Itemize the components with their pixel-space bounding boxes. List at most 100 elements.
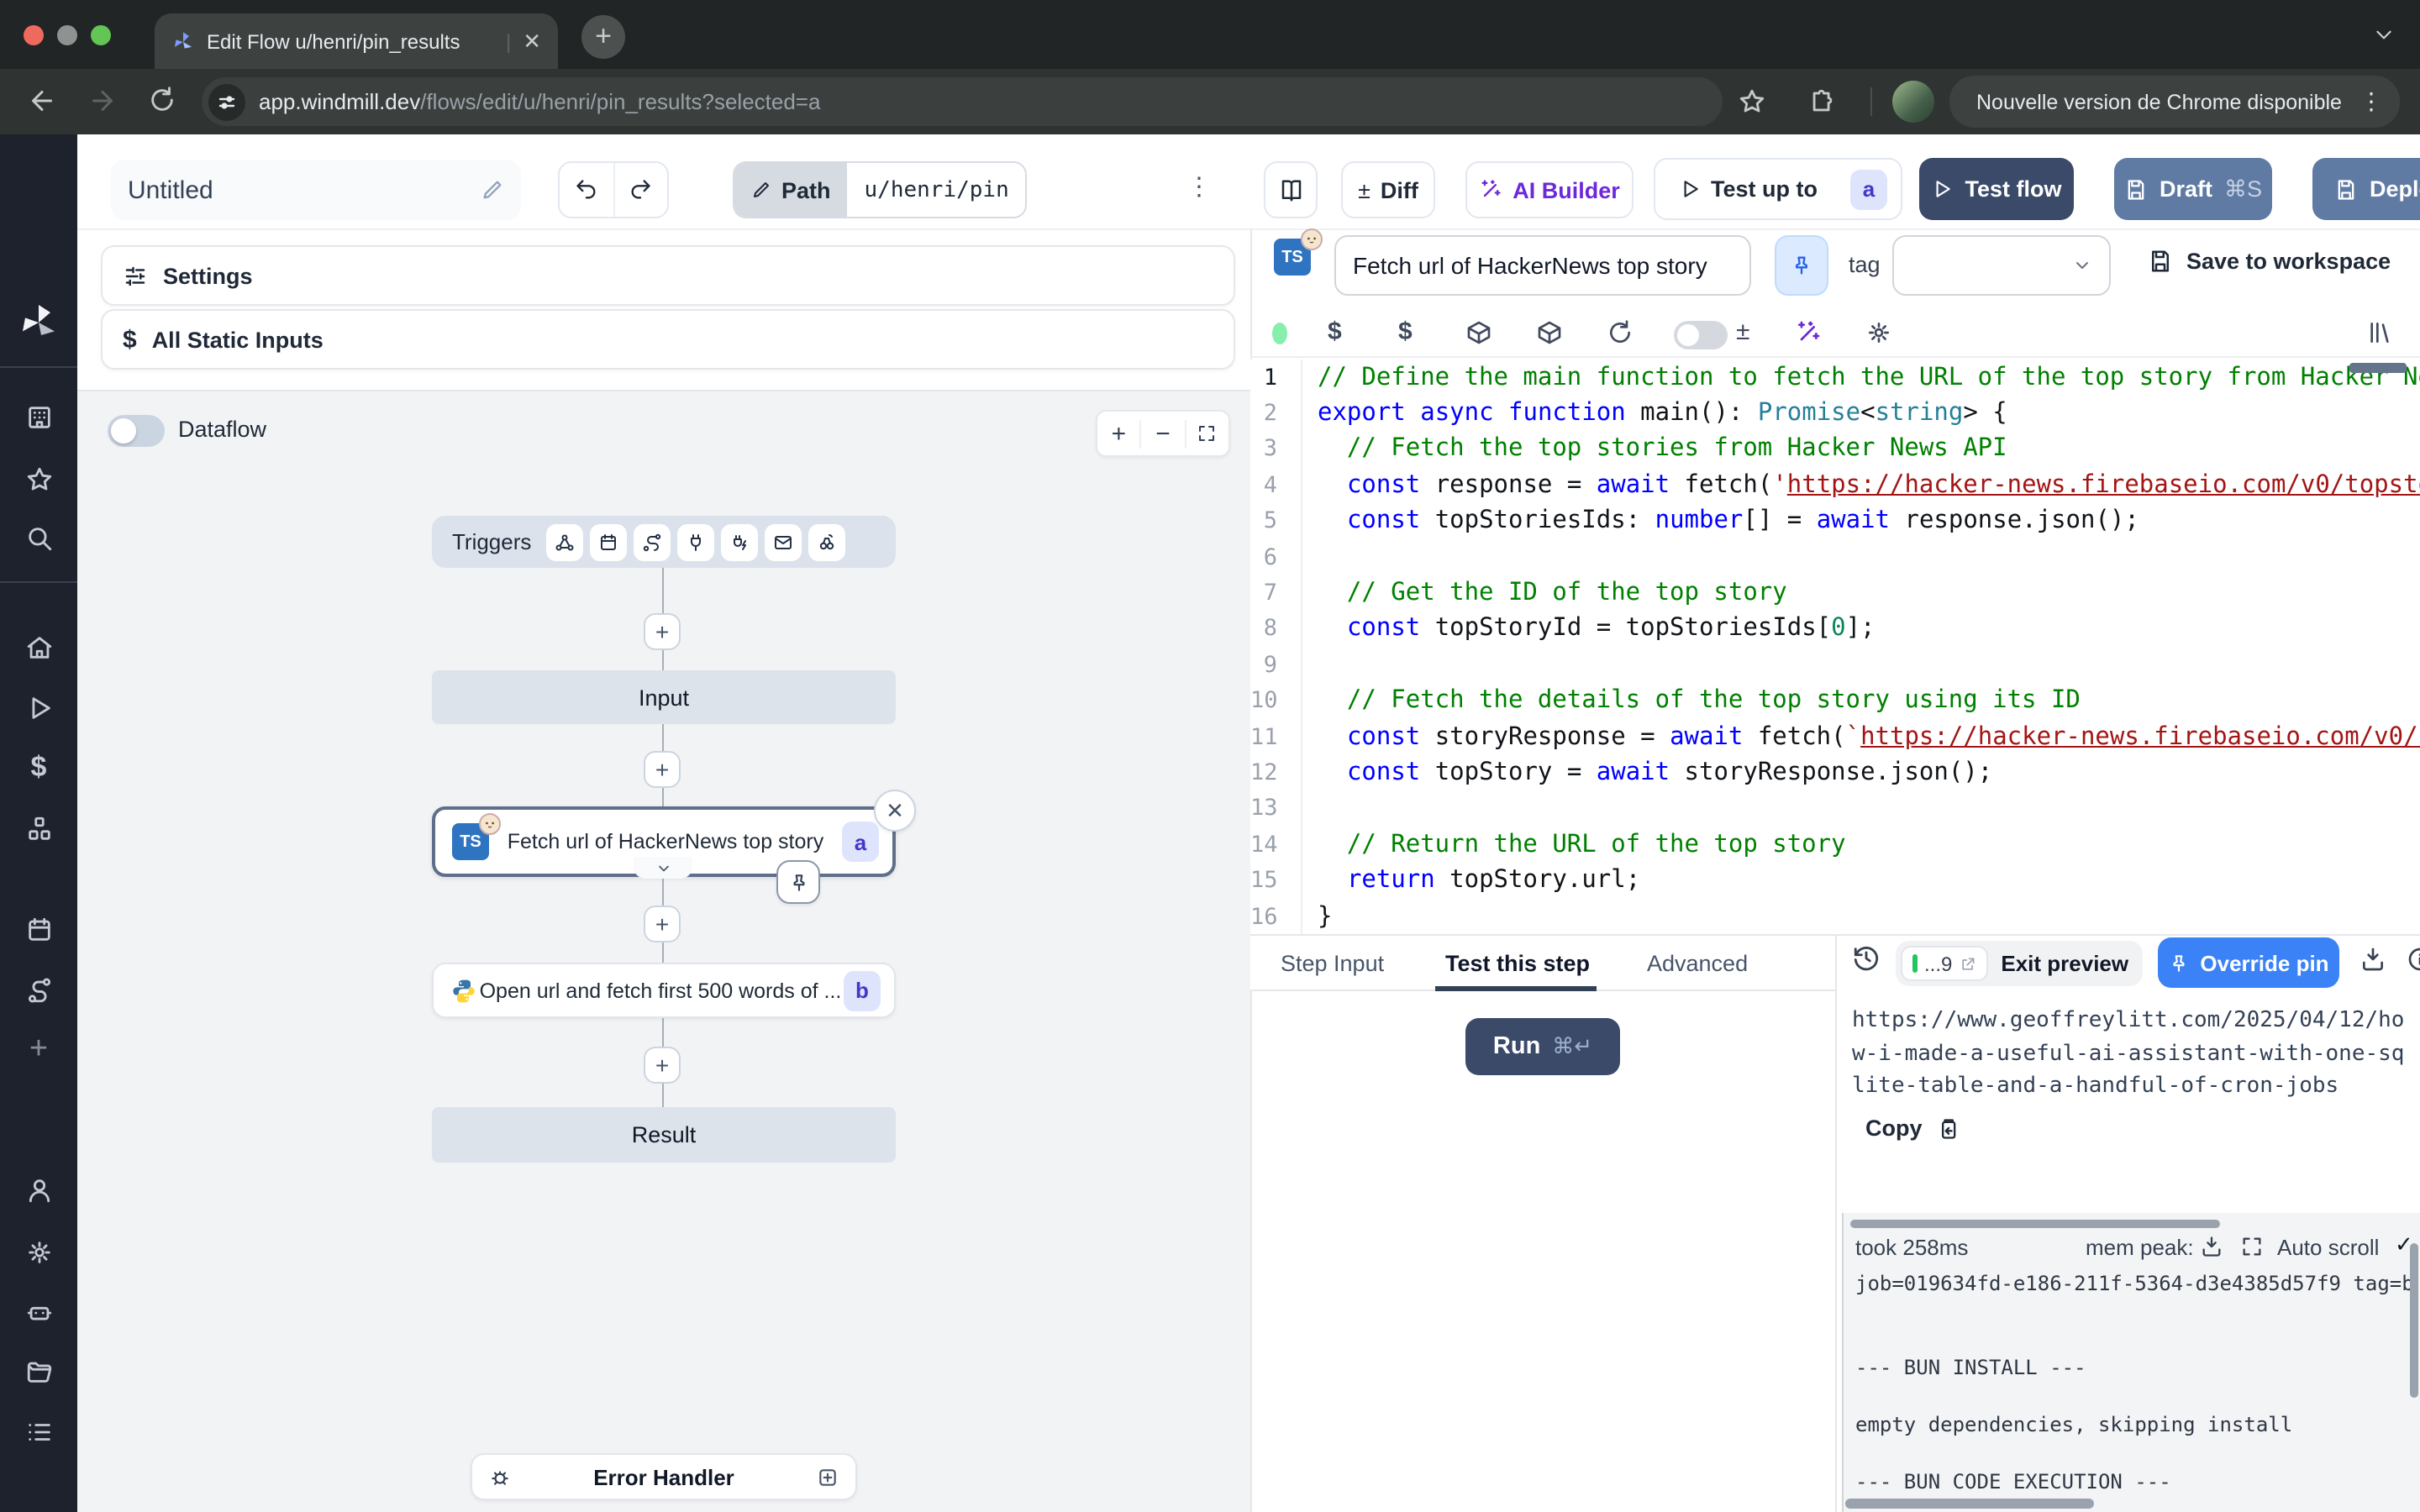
editor-scrollbar[interactable] (2349, 363, 2407, 373)
tag-select[interactable] (1892, 235, 2111, 296)
url-bar[interactable]: app.windmill.dev/flows/edit/u/henri/pin_… (202, 77, 1723, 126)
sidebar-item-search[interactable] (0, 524, 77, 553)
plusminus-icon[interactable]: ± (1736, 318, 1749, 346)
sidebar-item-folders[interactable] (0, 1357, 77, 1386)
websocket-trigger-icon[interactable] (677, 523, 714, 560)
sidebar-item-variables[interactable]: $ (0, 753, 77, 781)
add-step-button[interactable]: + (644, 613, 681, 650)
chrome-update-button[interactable]: Nouvelle version de Chrome disponible ⋮ (1949, 76, 2400, 128)
code-line[interactable]: 1// Define the main function to fetch th… (1250, 360, 2420, 396)
sidebar-item-resources[interactable] (0, 815, 77, 843)
sidebar-item-runs[interactable] (0, 694, 77, 722)
traffic-close-button[interactable] (24, 25, 44, 45)
sidebar-item-logs[interactable] (0, 1418, 77, 1446)
code-line[interactable]: 11 const storyResponse = await fetch(`ht… (1250, 719, 2420, 755)
traffic-minimize-button[interactable] (57, 25, 77, 45)
add-resource-icon[interactable]: $ (1398, 318, 1413, 346)
code-line[interactable]: 9 (1250, 647, 2420, 683)
copy-result-button[interactable]: Copy (1865, 1116, 1960, 1141)
ai-builder-button[interactable]: AI Builder (1465, 161, 1634, 218)
chrome-menu-icon[interactable]: ⋮ (2360, 87, 2383, 116)
code-line[interactable]: 2export async function main(): Promise<s… (1250, 396, 2420, 432)
scheduled-poll-trigger-icon[interactable] (808, 523, 845, 560)
code-editor[interactable]: 1// Define the main function to fetch th… (1250, 360, 2420, 934)
download-result-icon[interactable] (2360, 946, 2386, 973)
sidebar-item-schedules[interactable] (0, 916, 77, 944)
tab-step-input[interactable]: Step Input (1281, 951, 1384, 976)
sidebar-item-settings[interactable] (0, 1238, 77, 1267)
windmill-logo[interactable] (0, 302, 77, 343)
sidebar-item-users[interactable] (0, 1176, 77, 1205)
collapse-step-chevron[interactable] (634, 857, 692, 879)
flow-graph[interactable]: Dataflow + − Triggers (77, 390, 1250, 1512)
back-icon[interactable] (27, 86, 57, 116)
dataflow-toggle[interactable] (108, 415, 165, 447)
reload-icon[interactable] (148, 86, 176, 114)
log-scrollbar-horizontal-bottom[interactable] (1845, 1499, 2094, 1509)
input-node[interactable]: Input (432, 670, 896, 724)
code-line[interactable]: 15 return topStory.url; (1250, 863, 2420, 899)
tab-advanced[interactable]: Advanced (1647, 951, 1748, 976)
forward-icon[interactable] (87, 86, 118, 116)
save-to-workspace-button[interactable]: Save to workspace (2148, 249, 2391, 274)
path-button[interactable]: Path u/henri/pin (733, 161, 1028, 218)
redo-button[interactable] (614, 163, 667, 217)
external-link-icon[interactable] (1959, 955, 1975, 972)
result-url[interactable]: https://www.geoffreylitt.com/2025/04/12/… (1852, 1005, 2417, 1103)
log-scrollbar-vertical[interactable] (2410, 1243, 2418, 1398)
history-icon[interactable] (1852, 944, 1881, 973)
flow-step-b[interactable]: Open url and fetch first 500 words of ..… (432, 963, 896, 1018)
undo-button[interactable] (560, 163, 614, 217)
editor-settings-gear-icon[interactable] (1865, 319, 1892, 346)
schedule-trigger-icon[interactable] (590, 523, 627, 560)
library-icon[interactable] (2366, 319, 2393, 346)
code-line[interactable]: 5 const topStoriesIds: number[] = await … (1250, 503, 2420, 539)
download-logs-icon[interactable] (2200, 1235, 2223, 1258)
remove-step-button[interactable]: ✕ (874, 790, 916, 832)
log-scrollbar-horizontal-top[interactable] (1850, 1220, 2220, 1228)
zoom-in-button[interactable]: + (1097, 419, 1140, 448)
flow-name-input[interactable]: Untitled (111, 160, 521, 220)
bookmark-star-icon[interactable] (1738, 87, 1766, 116)
sidebar-item-workspace[interactable] (0, 403, 77, 432)
code-line[interactable]: 14 // Return the URL of the top story (1250, 827, 2420, 863)
error-handler-node[interactable]: Error Handler (471, 1453, 857, 1500)
ai-gen-wand-icon[interactable] (1795, 319, 1822, 346)
package-icon[interactable] (1465, 319, 1492, 346)
draft-button[interactable]: Draft ⌘S (2114, 158, 2272, 220)
code-line[interactable]: 12 const topStory = await storyResponse.… (1250, 755, 2420, 791)
auto-scroll-label[interactable]: Auto scroll (2277, 1235, 2379, 1260)
tab-test-this-step[interactable]: Test this step (1445, 951, 1590, 976)
expand-logs-icon[interactable] (2240, 1235, 2264, 1258)
code-line[interactable]: 7 // Get the ID of the top story (1250, 575, 2420, 612)
browser-tab[interactable]: Edit Flow u/henri/pin_results | ✕ (155, 13, 558, 69)
result-node[interactable]: Result (432, 1107, 896, 1163)
flow-settings-button[interactable]: Settings (101, 245, 1235, 306)
add-step-button[interactable]: + (644, 906, 681, 942)
package-lock-icon[interactable] (1536, 319, 1563, 346)
code-line[interactable]: 16} (1250, 899, 2420, 934)
triggers-node[interactable]: Triggers (432, 516, 896, 568)
traffic-zoom-button[interactable] (91, 25, 111, 45)
override-pin-button[interactable]: Override pin (2158, 937, 2339, 988)
reset-code-icon[interactable] (1607, 319, 1634, 346)
zoom-out-button[interactable]: − (1140, 419, 1186, 448)
test-flow-button[interactable]: Test flow (1919, 158, 2074, 220)
more-options-icon[interactable]: ⋮ (1186, 171, 1212, 202)
step-title-input[interactable] (1334, 235, 1751, 296)
sidebar-item-home[interactable] (0, 633, 77, 662)
job-run-badge[interactable]: ...9 (1901, 946, 1987, 981)
run-button[interactable]: Run ⌘↵ (1465, 1018, 1620, 1075)
email-trigger-icon[interactable] (765, 523, 802, 560)
docs-button[interactable] (1264, 161, 1318, 218)
sidebar-item-favorites[interactable] (0, 465, 77, 494)
kafka-trigger-icon[interactable] (721, 523, 758, 560)
code-line[interactable]: 4 const response = await fetch('https://… (1250, 467, 2420, 503)
code-line[interactable]: 8 const topStoryId = topStoriesIds[0]; (1250, 611, 2420, 647)
test-up-to-button[interactable]: Test up to a (1654, 158, 1902, 220)
deploy-button[interactable]: Deploy (2312, 158, 2420, 220)
code-line[interactable]: 13 (1250, 790, 2420, 827)
add-step-button[interactable]: + (644, 751, 681, 788)
sidebar-item-flows[interactable] (0, 976, 77, 1005)
extensions-icon[interactable] (1808, 87, 1837, 116)
